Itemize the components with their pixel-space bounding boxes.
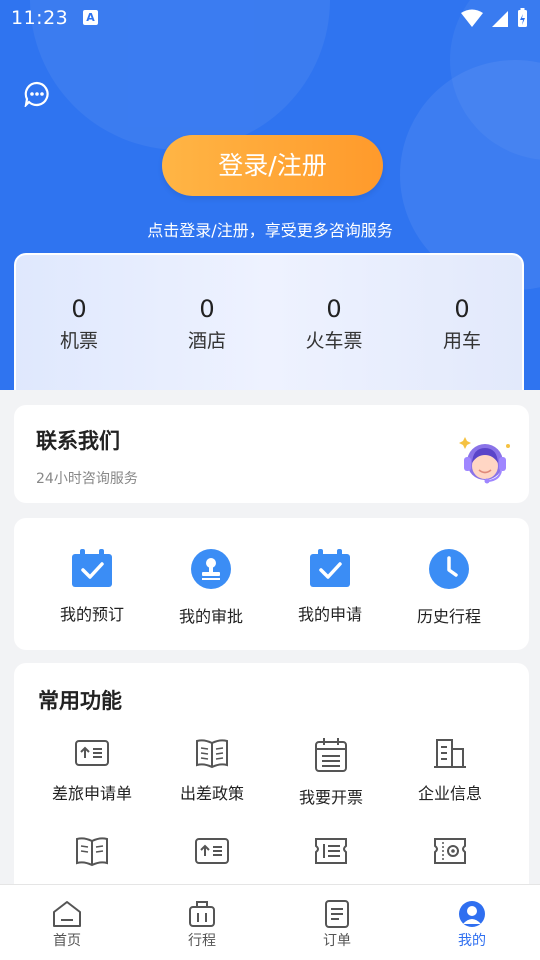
item-label: 出差政策: [179, 784, 244, 803]
trip-history-item[interactable]: 历史行程: [399, 548, 499, 627]
item-label: 我的预订: [59, 605, 124, 624]
function-item[interactable]: [276, 835, 386, 867]
wifi-icon: [461, 9, 483, 27]
my-approval-item[interactable]: 我的审批: [161, 548, 261, 627]
stat-train[interactable]: 0 火车票: [274, 295, 394, 353]
tab-label: 我的: [458, 933, 486, 949]
my-booking-item[interactable]: 我的预订: [42, 548, 142, 625]
stamp-icon: [191, 549, 231, 589]
my-application-item[interactable]: 我的申请: [280, 548, 380, 625]
app-notification-icon: A: [83, 10, 98, 25]
stat-value: 0: [199, 295, 215, 323]
item-label: 我的申请: [297, 605, 362, 624]
user-icon: [459, 901, 485, 927]
tab-home[interactable]: 首页: [27, 900, 107, 950]
function-item[interactable]: [395, 835, 505, 867]
item-label: 企业信息: [417, 784, 482, 803]
ticket-list-icon: [315, 838, 347, 864]
luggage-icon: [189, 901, 215, 927]
stat-car[interactable]: 0 用车: [402, 295, 522, 353]
function-item[interactable]: [157, 835, 267, 867]
invoice-calendar-icon: [315, 738, 347, 772]
company-info-item[interactable]: 企业信息: [395, 737, 505, 804]
calendar-check-icon: [72, 549, 112, 587]
contact-us-card[interactable]: 联系我们 24小时咨询服务: [14, 405, 529, 503]
form-upload-icon: [75, 740, 109, 766]
customer-service-icon: [455, 433, 515, 488]
stat-hotel[interactable]: 0 酒店: [147, 295, 267, 353]
status-bar: 11:23 A: [0, 0, 540, 36]
order-list-icon: [325, 900, 349, 928]
tab-mine[interactable]: 我的: [432, 900, 512, 950]
section-title: 常用功能: [38, 689, 122, 713]
status-icons: [460, 8, 530, 33]
bottom-tab-bar: 首页 行程 订单 我的: [0, 884, 540, 960]
stat-value: 0: [326, 295, 342, 323]
calendar-check-icon: [310, 549, 350, 587]
travel-application-item[interactable]: 差旅申请单: [37, 737, 147, 804]
item-label: 我的审批: [178, 607, 243, 626]
tab-label: 订单: [323, 933, 351, 949]
tab-orders[interactable]: 订单: [297, 900, 377, 950]
login-tip: 点击登录/注册，享受更多咨询服务: [147, 221, 393, 240]
home-icon: [53, 901, 81, 927]
status-time: 11:23: [11, 7, 69, 29]
common-functions-card: 常用功能 差旅申请单 出差政策 我要开票 企业信息: [14, 663, 529, 903]
item-label: 差旅申请单: [51, 784, 132, 803]
stat-label: 火车票: [305, 330, 363, 352]
stat-label: 酒店: [187, 330, 226, 352]
stat-flight[interactable]: 0 机票: [19, 295, 139, 353]
tab-trips[interactable]: 行程: [162, 900, 242, 950]
contact-title: 联系我们: [36, 429, 120, 453]
form-upload-icon: [195, 838, 229, 864]
tab-label: 行程: [188, 933, 216, 949]
stat-label: 机票: [59, 330, 98, 352]
invoice-item[interactable]: 我要开票: [276, 737, 386, 808]
stat-value: 0: [454, 295, 470, 323]
item-label: 我要开票: [298, 788, 363, 807]
stat-value: 0: [71, 295, 87, 323]
function-item[interactable]: [37, 835, 147, 867]
item-label: 历史行程: [416, 607, 481, 626]
tab-label: 首页: [53, 933, 81, 949]
my-services-card: 我的预订 我的审批 我的申请 历史行程: [14, 518, 529, 650]
building-icon: [434, 739, 466, 768]
order-stats-panel: 0 机票 0 酒店 0 火车票 0 用车: [14, 253, 524, 390]
contact-subtitle: 24小时咨询服务: [36, 471, 138, 487]
login-register-button[interactable]: 登录/注册: [162, 135, 383, 196]
ticket-settings-icon: [434, 838, 466, 864]
message-icon[interactable]: [24, 81, 50, 109]
book-icon: [196, 739, 228, 769]
travel-policy-item[interactable]: 出差政策: [157, 737, 267, 804]
book-icon: [76, 837, 108, 867]
clock-icon: [429, 549, 469, 589]
signal-icon: [492, 11, 508, 27]
stat-label: 用车: [442, 330, 481, 352]
